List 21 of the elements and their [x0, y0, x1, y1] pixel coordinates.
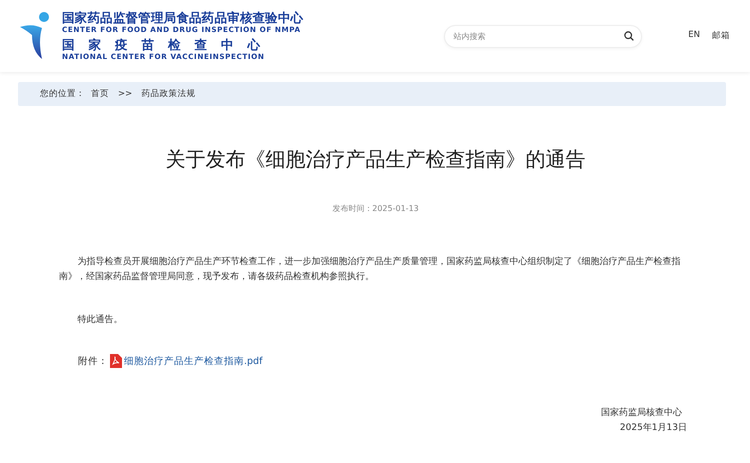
article-title: 关于发布《细胞治疗产品生产检查指南》的通告	[164, 146, 586, 173]
publish-date: 2025-01-13	[372, 204, 419, 213]
attachment-link[interactable]: 细胞治疗产品生产检查指南.pdf	[124, 354, 262, 368]
breadcrumb-label: 您的位置：	[40, 88, 85, 100]
pdf-file-icon	[110, 354, 122, 368]
signature-org: 国家药监局核查中心	[601, 406, 682, 420]
attachment-label: 附件：	[78, 354, 108, 368]
breadcrumb-link[interactable]: 首页	[91, 88, 109, 100]
publish-date-label: 发布时间：	[332, 204, 372, 213]
signature-date: 2025年1月13日	[620, 422, 687, 435]
org-subname: 国家疫苗检查中心	[62, 38, 275, 51]
breadcrumb-link[interactable]: 药品政策法规	[141, 88, 196, 100]
breadcrumb-separator: >>	[118, 89, 132, 99]
header-link[interactable]: 邮箱	[712, 30, 730, 42]
article-paragraph: 特此通告。	[76, 313, 124, 327]
header-link[interactable]: EN	[688, 30, 700, 42]
article-paragraph: 为指导检查员开展细胞治疗产品生产环节检查工作，进一步加强细胞治疗产品生产质量管理，国家药监局核查中心组织制定了《细胞治疗产品生产检查指南》，经国家药品监督管理局同意，现予发布，请各级药品检查机构参照执行。	[59, 255, 682, 284]
org-name: 国家药品监督管理局食品药品审核查验中心	[62, 12, 304, 24]
search-icon[interactable]	[624, 31, 634, 41]
logo-icon	[18, 11, 52, 61]
search-field[interactable]: 站内搜索	[444, 24, 642, 48]
